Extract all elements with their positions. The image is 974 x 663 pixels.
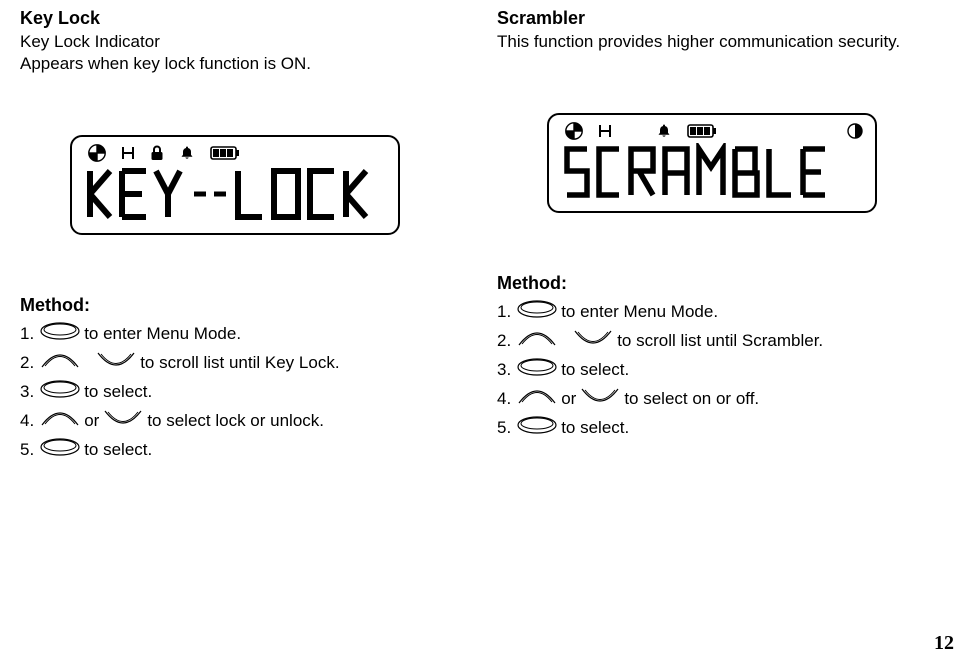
- step-3: 3. to select.: [20, 380, 477, 403]
- lcd-keylock-text: [84, 165, 386, 225]
- up-button-icon: [517, 387, 557, 410]
- step-num: 5.: [20, 440, 34, 460]
- bell-icon: [657, 123, 671, 139]
- step-num: 1.: [20, 324, 34, 344]
- step-text: to select.: [84, 382, 152, 402]
- key-lock-title: Key Lock: [20, 8, 477, 29]
- scrambler-desc-text: This function provides higher communicat…: [497, 32, 900, 51]
- step-text: to scroll list until Key Lock.: [140, 353, 339, 373]
- menu-button-icon: [40, 380, 80, 403]
- h-icon: [122, 146, 134, 160]
- scrambler-desc: This function provides higher communicat…: [497, 31, 954, 53]
- lcd-keylock: [70, 135, 400, 235]
- menu-button-icon: [517, 416, 557, 439]
- battery-icon: [210, 146, 240, 160]
- left-column: Key Lock Key Lock Indicator Appears when…: [20, 8, 477, 467]
- step-text: to select on or off.: [624, 389, 759, 409]
- step-text: to enter Menu Mode.: [561, 302, 718, 322]
- step-1: 1. to enter Menu Mode.: [20, 322, 477, 345]
- step-text: to select.: [561, 360, 629, 380]
- up-button-icon: [517, 329, 557, 352]
- up-button-icon: [40, 351, 80, 374]
- step-2: 2. to scroll list until Scrambler.: [497, 329, 954, 352]
- key-lock-desc-line1: Key Lock Indicator: [20, 32, 160, 51]
- bell-icon: [180, 145, 194, 161]
- step-num: 5.: [497, 418, 511, 438]
- step-num: 2.: [497, 331, 511, 351]
- step-num: 4.: [20, 411, 34, 431]
- step-text: to select.: [561, 418, 629, 438]
- page-number: 12: [934, 632, 954, 655]
- step-num: 2.: [20, 353, 34, 373]
- down-button-icon: [573, 329, 613, 352]
- step-num: 4.: [497, 389, 511, 409]
- step-mid: or: [84, 411, 99, 431]
- step-text: to scroll list until Scrambler.: [617, 331, 823, 351]
- down-button-icon: [103, 409, 143, 432]
- step-5: 5. to select.: [497, 416, 954, 439]
- lcd-scramble-icons: [561, 121, 863, 141]
- step-num: 3.: [20, 382, 34, 402]
- menu-button-icon: [40, 322, 80, 345]
- key-lock-desc-line2: Appears when key lock function is ON.: [20, 54, 311, 73]
- step-mid: or: [561, 389, 576, 409]
- lcd-keylock-icons: [84, 143, 386, 163]
- step-num: 3.: [497, 360, 511, 380]
- menu-button-icon: [40, 438, 80, 461]
- key-lock-steps: 1. to enter Menu Mode. 2. to scroll list…: [20, 322, 477, 461]
- step-4: 4. or to select on or off.: [497, 387, 954, 410]
- lock-icon: [150, 145, 164, 161]
- plus-minus-icon: [565, 122, 583, 140]
- step-text: to select lock or unlock.: [147, 411, 324, 431]
- scrambler-method-title: Method:: [497, 273, 954, 294]
- down-button-icon: [96, 351, 136, 374]
- step-2: 2. to scroll list until Key Lock.: [20, 351, 477, 374]
- plus-minus-icon: [88, 144, 106, 162]
- step-5: 5. to select.: [20, 438, 477, 461]
- h-icon: [599, 124, 611, 138]
- step-text: to enter Menu Mode.: [84, 324, 241, 344]
- lcd-scramble-text: [561, 143, 863, 203]
- step-4: 4. or to select lock or unlock.: [20, 409, 477, 432]
- scrambler-steps: 1. to enter Menu Mode. 2. to scroll list…: [497, 300, 954, 439]
- step-num: 1.: [497, 302, 511, 322]
- step-text: to select.: [84, 440, 152, 460]
- key-lock-method-title: Method:: [20, 295, 477, 316]
- down-button-icon: [580, 387, 620, 410]
- up-button-icon: [40, 409, 80, 432]
- step-3: 3. to select.: [497, 358, 954, 381]
- menu-button-icon: [517, 358, 557, 381]
- scramble-dot-icon: [847, 123, 863, 139]
- menu-button-icon: [517, 300, 557, 323]
- battery-icon: [687, 124, 717, 138]
- scrambler-title: Scrambler: [497, 8, 954, 29]
- lcd-scramble: [547, 113, 877, 213]
- step-1: 1. to enter Menu Mode.: [497, 300, 954, 323]
- right-column: Scrambler This function provides higher …: [497, 8, 954, 467]
- key-lock-desc: Key Lock Indicator Appears when key lock…: [20, 31, 477, 75]
